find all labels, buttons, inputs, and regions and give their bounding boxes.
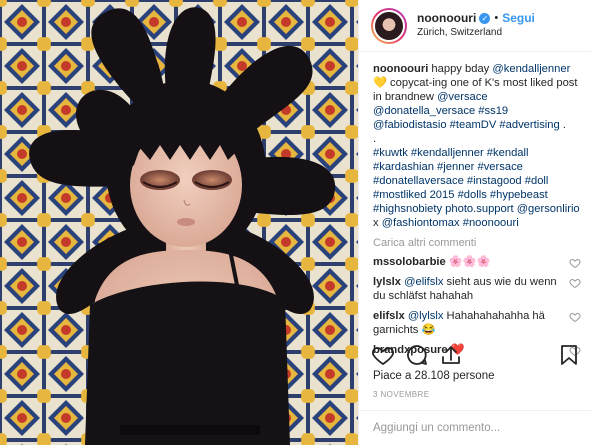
comment-text: lylslx @elifslx sieht aus wie du wenn du… bbox=[373, 275, 558, 303]
caption-text: . bbox=[559, 119, 566, 131]
post-date[interactable]: 3 NOVEMBRE bbox=[373, 390, 429, 399]
avatar[interactable] bbox=[371, 7, 407, 44]
mention-link[interactable]: @fabiodistasio bbox=[373, 119, 447, 131]
doll-photo-illustration bbox=[0, 0, 358, 445]
comments-section: noonoouri happy bday @kendalljenner 💛 cop… bbox=[373, 62, 581, 363]
load-more-comments-button[interactable]: Carica altri commenti bbox=[373, 237, 581, 249]
caption-paragraph: noonoouri happy bday @kendalljenner 💛 cop… bbox=[373, 62, 581, 132]
comment-item: elifslx @lylslx Hahahahahahha hä garnich… bbox=[373, 309, 581, 337]
comment-icon[interactable] bbox=[405, 343, 429, 367]
location-link[interactable]: Zürich, Switzerland bbox=[417, 26, 535, 40]
heart-icon[interactable] bbox=[371, 343, 395, 367]
post-photo[interactable] bbox=[0, 0, 358, 445]
yellow-heart-emoji: 💛 bbox=[373, 77, 387, 89]
caption-hashtags: #kuwtk #kendalljenner #kendall #kardashi… bbox=[373, 146, 581, 230]
mention-link[interactable]: @fashiontomax bbox=[382, 217, 460, 229]
post-side-panel: noonoouri ✓ • Segui Zürich, Switzerland … bbox=[358, 0, 591, 445]
hashtag-link[interactable]: #ss19 bbox=[475, 105, 508, 117]
mention-link[interactable]: @elifslx bbox=[404, 276, 443, 288]
share-icon[interactable] bbox=[439, 343, 463, 367]
comment-item: mssolobarbie 🌸🌸🌸 bbox=[373, 255, 581, 269]
mention-link[interactable]: @kendalljenner bbox=[492, 63, 570, 75]
post-header: noonoouri ✓ • Segui Zürich, Switzerland bbox=[359, 0, 591, 52]
header-text: noonoouri ✓ • Segui Zürich, Switzerland bbox=[417, 11, 535, 40]
comment-body: 🌸🌸🌸 bbox=[448, 256, 491, 268]
mention-link[interactable]: @gersonlirio bbox=[517, 203, 580, 215]
avatar-image bbox=[373, 9, 405, 42]
header-row: noonoouri ✓ • Segui bbox=[417, 11, 535, 25]
caption-username-link[interactable]: noonoouri bbox=[373, 63, 428, 75]
mention-link[interactable]: @versace bbox=[437, 91, 488, 103]
comment-text: mssolobarbie 🌸🌸🌸 bbox=[373, 255, 491, 269]
like-comment-heart-icon[interactable] bbox=[569, 277, 581, 289]
caption-dot-line: . bbox=[373, 133, 377, 145]
add-comment-bar bbox=[359, 410, 591, 445]
comment-text: elifslx @lylslx Hahahahahahha hä garnich… bbox=[373, 309, 558, 337]
post-caption: noonoouri happy bday @kendalljenner 💛 cop… bbox=[373, 62, 581, 230]
hashtag-link[interactable]: #noonoouri bbox=[460, 217, 519, 229]
mention-link[interactable]: @lylslx bbox=[408, 310, 444, 322]
like-comment-heart-icon[interactable] bbox=[569, 311, 581, 323]
add-comment-input[interactable] bbox=[373, 422, 577, 434]
like-comment-heart-icon[interactable] bbox=[569, 257, 581, 269]
mention-link[interactable]: @donatella_versace bbox=[373, 105, 475, 117]
follow-button[interactable]: Segui bbox=[502, 11, 535, 25]
comment-username-link[interactable]: lylslx bbox=[373, 276, 401, 288]
post-actions-bar bbox=[371, 342, 581, 368]
caption-text: x bbox=[373, 217, 382, 229]
verified-badge-icon: ✓ bbox=[479, 12, 491, 24]
hashtag-link[interactable]: #teamDV #advertising bbox=[450, 119, 560, 131]
likes-count-link[interactable]: Piace a 28.108 persone bbox=[373, 370, 494, 382]
header-username-link[interactable]: noonoouri bbox=[417, 11, 476, 25]
comment-username-link[interactable]: elifslx bbox=[373, 310, 405, 322]
caption-text: happy bday bbox=[428, 63, 493, 75]
comment-item: lylslx @elifslx sieht aus wie du wenn du… bbox=[373, 275, 581, 303]
comment-body: sieht aus wie du wenn du schläfst hahaha… bbox=[373, 276, 557, 302]
bookmark-icon[interactable] bbox=[557, 343, 581, 367]
separator-dot: • bbox=[494, 12, 499, 24]
comment-username-link[interactable]: mssolobarbie bbox=[373, 256, 446, 268]
